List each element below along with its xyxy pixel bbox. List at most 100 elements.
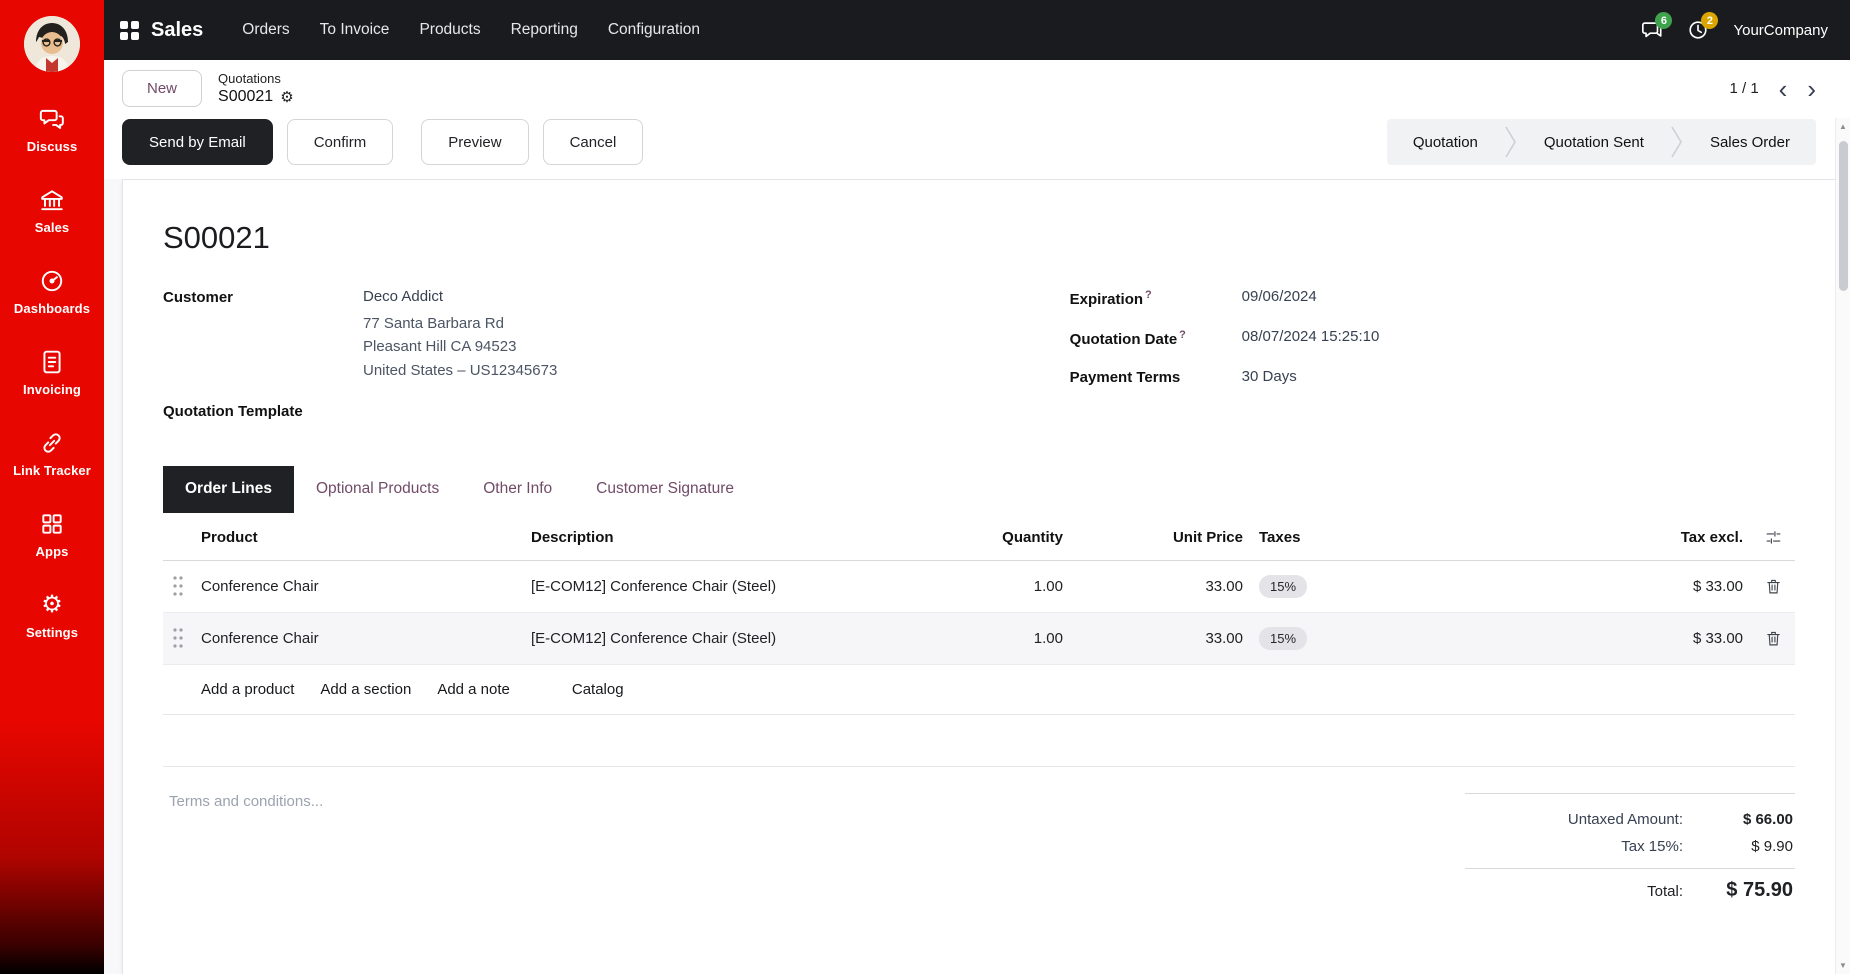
app-window: Discuss Sales Dashboards Invoicing Link … bbox=[0, 0, 1850, 974]
delete-line-icon[interactable] bbox=[1751, 564, 1795, 609]
quotation-date-value[interactable]: 08/07/2024 15:25:10 bbox=[1242, 328, 1380, 348]
new-button[interactable]: New bbox=[122, 70, 202, 107]
order-line-row[interactable]: Conference Chair [E-COM12] Conference Ch… bbox=[163, 561, 1795, 613]
customer-name-link[interactable]: Deco Addict bbox=[363, 288, 557, 305]
menu-products[interactable]: Products bbox=[408, 12, 491, 48]
cell-subtotal: $ 33.00 bbox=[1421, 616, 1751, 661]
add-a-product-link[interactable]: Add a product bbox=[201, 681, 294, 698]
sidebar-item-invoicing[interactable]: Invoicing bbox=[0, 349, 104, 397]
sidebar-item-discuss[interactable]: Discuss bbox=[0, 106, 104, 154]
add-a-section-link[interactable]: Add a section bbox=[320, 681, 411, 698]
gear-icon[interactable]: ⚙ bbox=[280, 90, 293, 105]
cell-product[interactable]: Conference Chair bbox=[193, 564, 523, 609]
form-sheet: S00021 Customer Deco Addict 77 Santa Bar… bbox=[122, 179, 1836, 974]
optional-columns-icon[interactable] bbox=[1751, 515, 1795, 560]
topnav-right: 6 2 YourCompany bbox=[1641, 19, 1828, 41]
column-unit-price[interactable]: Unit Price bbox=[1071, 515, 1251, 560]
status-step-quotation-sent[interactable]: Quotation Sent bbox=[1518, 119, 1670, 165]
cell-description[interactable]: [E-COM12] Conference Chair (Steel) bbox=[523, 564, 931, 609]
send-by-email-button[interactable]: Send by Email bbox=[122, 119, 273, 165]
scrollbar-thumb[interactable] bbox=[1839, 141, 1848, 291]
apps-menu-icon[interactable] bbox=[120, 21, 139, 40]
status-arrow-icon bbox=[1504, 119, 1518, 165]
total-label: Total: bbox=[1647, 883, 1683, 900]
cell-unit-price[interactable]: 33.00 bbox=[1071, 616, 1251, 661]
dashboards-icon bbox=[39, 268, 65, 294]
help-icon: ? bbox=[1179, 329, 1186, 341]
pager-prev-icon[interactable]: ‹ bbox=[1779, 79, 1788, 99]
status-step-quotation[interactable]: Quotation bbox=[1387, 119, 1504, 165]
sidebar-item-label: Discuss bbox=[27, 139, 78, 154]
menu-configuration[interactable]: Configuration bbox=[597, 12, 711, 48]
tab-other-info[interactable]: Other Info bbox=[461, 466, 574, 513]
delete-line-icon[interactable] bbox=[1751, 616, 1795, 661]
sidebar-item-dashboards[interactable]: Dashboards bbox=[0, 268, 104, 316]
column-tax-excl[interactable]: Tax excl. bbox=[1421, 515, 1751, 560]
breadcrumb-quotations[interactable]: Quotations bbox=[218, 71, 294, 86]
sidebar-item-label: Dashboards bbox=[14, 301, 90, 316]
sidebar-item-label: Link Tracker bbox=[13, 463, 91, 478]
expiration-value[interactable]: 09/06/2024 bbox=[1242, 288, 1317, 308]
scroll-down-icon[interactable]: ▼ bbox=[1839, 957, 1847, 974]
column-product[interactable]: Product bbox=[193, 515, 523, 560]
terms-and-conditions-field[interactable]: Terms and conditions... bbox=[163, 793, 1465, 907]
record-name: S00021 bbox=[218, 88, 273, 106]
untaxed-amount-label: Untaxed Amount: bbox=[1568, 811, 1683, 828]
app-brand[interactable]: Sales bbox=[151, 19, 203, 42]
catalog-link[interactable]: Catalog bbox=[572, 681, 624, 698]
payment-terms-label: Payment Terms bbox=[1070, 368, 1242, 386]
cell-unit-price[interactable]: 33.00 bbox=[1071, 564, 1251, 609]
menu-to-invoice[interactable]: To Invoice bbox=[309, 12, 401, 48]
tab-optional-products[interactable]: Optional Products bbox=[294, 466, 461, 513]
add-a-note-link[interactable]: Add a note bbox=[437, 681, 510, 698]
sidebar-item-sales[interactable]: Sales bbox=[0, 187, 104, 235]
sidebar-item-apps[interactable]: Apps bbox=[0, 511, 104, 559]
address-line: 77 Santa Barbara Rd bbox=[363, 312, 557, 335]
pager-next-icon[interactable]: › bbox=[1807, 79, 1816, 99]
company-menu[interactable]: YourCompany bbox=[1733, 22, 1828, 39]
activities-count-badge: 2 bbox=[1701, 12, 1718, 29]
cell-quantity[interactable]: 1.00 bbox=[931, 564, 1071, 609]
drag-handle-icon[interactable] bbox=[163, 613, 193, 663]
main-area: Sales Orders To Invoice Products Reporti… bbox=[104, 0, 1850, 974]
messages-button[interactable]: 6 bbox=[1641, 19, 1663, 41]
tax-label: Tax 15%: bbox=[1621, 838, 1683, 855]
totals-block: Untaxed Amount: $ 66.00 Tax 15%: $ 9.90 … bbox=[1465, 793, 1795, 907]
cell-subtotal: $ 33.00 bbox=[1421, 564, 1751, 609]
sidebar-item-settings[interactable]: ⚙ Settings bbox=[0, 592, 104, 640]
scroll-up-icon[interactable]: ▲ bbox=[1839, 118, 1847, 135]
tab-order-lines[interactable]: Order Lines bbox=[163, 466, 294, 513]
vertical-scrollbar[interactable]: ▲ ▼ bbox=[1835, 118, 1850, 974]
settings-gear-icon: ⚙ bbox=[41, 592, 63, 618]
tab-customer-signature[interactable]: Customer Signature bbox=[574, 466, 756, 513]
activities-button[interactable]: 2 bbox=[1687, 19, 1709, 41]
status-arrow-icon bbox=[1670, 119, 1684, 165]
cell-taxes: 15% bbox=[1251, 613, 1421, 664]
cell-quantity[interactable]: 1.00 bbox=[931, 616, 1071, 661]
status-step-sales-order[interactable]: Sales Order bbox=[1684, 119, 1816, 165]
confirm-button[interactable]: Confirm bbox=[287, 119, 394, 165]
sidebar-item-label: Apps bbox=[36, 544, 69, 559]
cancel-button[interactable]: Cancel bbox=[543, 119, 644, 165]
menu-reporting[interactable]: Reporting bbox=[500, 12, 589, 48]
column-quantity[interactable]: Quantity bbox=[931, 515, 1071, 560]
document-title: S00021 bbox=[163, 220, 1795, 256]
user-avatar[interactable] bbox=[24, 16, 80, 72]
column-description[interactable]: Description bbox=[523, 515, 931, 560]
notebook-tabs: Order Lines Optional Products Other Info… bbox=[163, 466, 1795, 513]
preview-button[interactable]: Preview bbox=[421, 119, 528, 165]
link-tracker-icon bbox=[39, 430, 65, 456]
sidebar-item-link-tracker[interactable]: Link Tracker bbox=[0, 430, 104, 478]
tax-badge[interactable]: 15% bbox=[1259, 575, 1307, 598]
payment-terms-value[interactable]: 30 Days bbox=[1242, 368, 1297, 386]
breadcrumb-row: New Quotations S00021 ⚙ 1 / 1 ‹ › bbox=[122, 70, 1830, 107]
drag-handle-icon[interactable] bbox=[163, 561, 193, 611]
cell-product[interactable]: Conference Chair bbox=[193, 616, 523, 661]
bottom-zone: Terms and conditions... Untaxed Amount: … bbox=[163, 767, 1795, 907]
tax-badge[interactable]: 15% bbox=[1259, 627, 1307, 650]
cell-description[interactable]: [E-COM12] Conference Chair (Steel) bbox=[523, 616, 931, 661]
order-line-row[interactable]: Conference Chair [E-COM12] Conference Ch… bbox=[163, 613, 1795, 665]
column-taxes[interactable]: Taxes bbox=[1251, 515, 1421, 560]
menu-orders[interactable]: Orders bbox=[231, 12, 300, 48]
tax-row: Tax 15%: $ 9.90 bbox=[1465, 833, 1795, 860]
